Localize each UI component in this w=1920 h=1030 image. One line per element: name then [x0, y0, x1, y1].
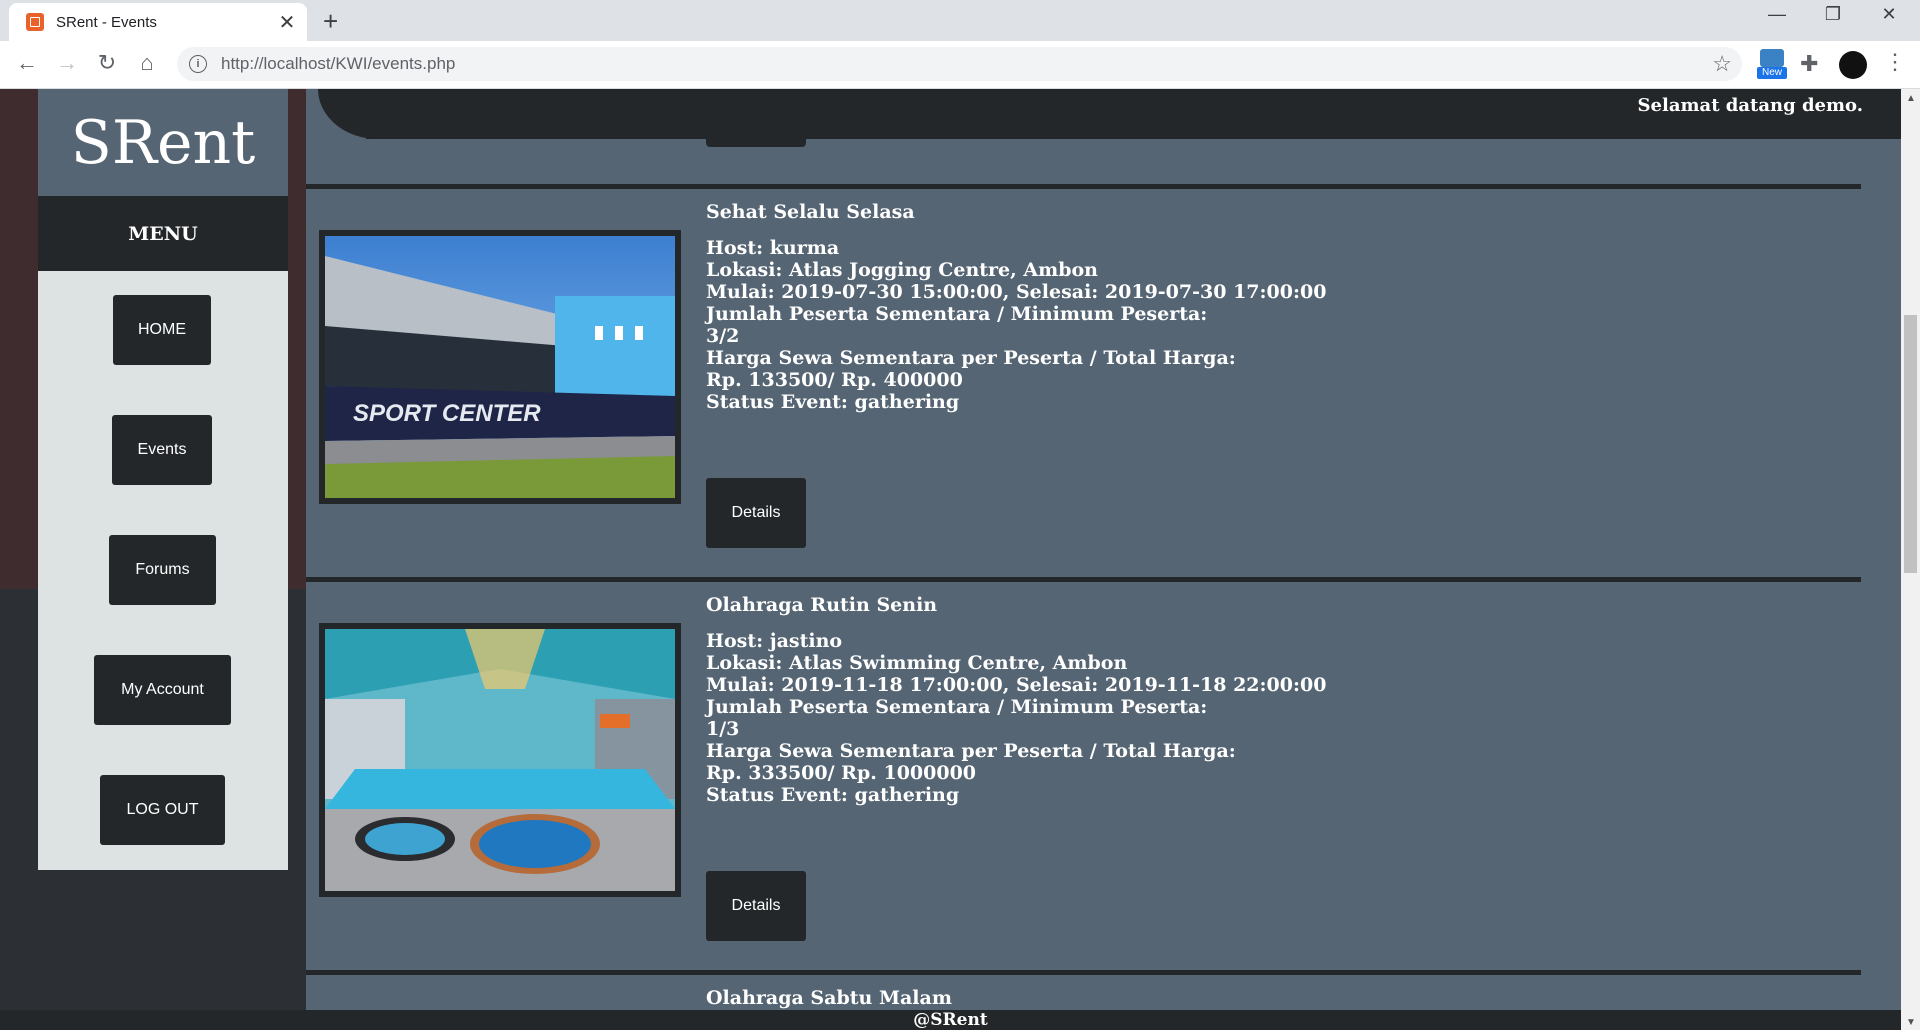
event-title: Olahraga Rutin Senin — [706, 594, 938, 616]
back-arrow-icon[interactable]: ← — [13, 50, 41, 76]
event-image: SPORT CENTER — [319, 230, 681, 504]
nav-home-button[interactable]: HOME — [113, 295, 211, 365]
browser-tab-bar: SRent - Events ✕ + — ❐ ✕ — [0, 0, 1920, 41]
close-window-button[interactable]: ✕ — [1866, 4, 1912, 25]
scroll-up-icon[interactable]: ▲ — [1906, 93, 1916, 104]
page-footer: @SRent — [0, 1010, 1901, 1030]
menu-header: MENU — [38, 196, 288, 271]
new-tab-button[interactable]: + — [323, 6, 338, 37]
page-scrollbar[interactable]: ▲ ▼ — [1901, 89, 1920, 1030]
event-title: Sehat Selalu Selasa — [706, 201, 915, 223]
home-icon[interactable]: ⌂ — [133, 50, 161, 76]
extension-logo-icon — [1760, 49, 1784, 67]
close-tab-icon[interactable]: ✕ — [275, 10, 299, 35]
event-separator — [306, 577, 1861, 582]
event-image — [319, 623, 681, 897]
menu-title: MENU — [128, 222, 198, 245]
event-separator — [306, 970, 1861, 975]
event-host: Host: jastino — [706, 630, 843, 652]
event-status: Status Event: gathering — [706, 784, 960, 806]
restore-window-button[interactable]: ❐ — [1810, 4, 1856, 25]
page-viewport: SRent MENU HOME Events Forums My Account… — [0, 89, 1901, 1030]
event-details-button[interactable]: Details — [706, 478, 806, 548]
event-price-value: Rp. 133500/ Rp. 400000 — [706, 369, 963, 391]
nav-logout-button[interactable]: LOG OUT — [100, 775, 225, 845]
swimming-pool-photo — [325, 629, 675, 891]
browser-toolbar: ← → ↻ ⌂ i http://localhost/KWI/events.ph… — [0, 41, 1920, 89]
event-separator — [306, 184, 1861, 189]
site-logo: SRent — [70, 107, 256, 178]
extension-new-badge: New — [1757, 67, 1787, 79]
tab-title: SRent - Events — [56, 13, 157, 31]
nav-events-button[interactable]: Events — [112, 415, 212, 485]
event-participants-label: Jumlah Peserta Sementara / Minimum Peser… — [706, 303, 1208, 325]
browser-menu-icon[interactable]: ⋮ — [1884, 49, 1906, 75]
event-info: Host: jastino Lokasi: Atlas Swimming Cen… — [706, 630, 1326, 806]
event-price-label: Harga Sewa Sementara per Peserta / Total… — [706, 740, 1236, 762]
forward-arrow-icon[interactable]: → — [53, 50, 81, 76]
main-content: Selamat datang demo. Sehat Selalu Selasa — [306, 89, 1901, 1030]
event-host: Host: kurma — [706, 237, 840, 259]
extensions-puzzle-icon[interactable]: ✚ — [1800, 51, 1818, 77]
event-time: Mulai: 2019-11-18 17:00:00, Selesai: 201… — [706, 674, 1327, 696]
logo-area: SRent — [38, 89, 288, 196]
sport-center-photo: SPORT CENTER — [325, 236, 675, 498]
reload-icon[interactable]: ↻ — [93, 50, 121, 76]
extension-new-icon[interactable]: New — [1757, 49, 1787, 81]
welcome-message: Selamat datang demo. — [1637, 95, 1863, 116]
site-favicon-icon — [26, 13, 44, 31]
event-participants-label: Jumlah Peserta Sementara / Minimum Peser… — [706, 696, 1208, 718]
event-location: Lokasi: Atlas Jogging Centre, Ambon — [706, 259, 1098, 281]
nav-forums-button[interactable]: Forums — [109, 535, 216, 605]
browser-tab[interactable]: SRent - Events ✕ — [9, 3, 307, 41]
bookmark-star-icon[interactable]: ☆ — [1712, 51, 1732, 77]
event-title: Olahraga Sabtu Malam — [706, 987, 952, 1009]
minimize-window-button[interactable]: — — [1754, 4, 1800, 25]
sport-center-sign: SPORT CENTER — [353, 400, 541, 427]
scroll-down-icon[interactable]: ▼ — [1906, 1017, 1916, 1028]
header-curve-decoration — [306, 89, 378, 139]
site-info-icon[interactable]: i — [189, 55, 207, 73]
event-time: Mulai: 2019-07-30 15:00:00, Selesai: 201… — [706, 281, 1327, 303]
nav-my-account-button[interactable]: My Account — [94, 655, 231, 725]
top-header-bar: Selamat datang demo. — [306, 89, 1901, 139]
event-participants-value: 1/3 — [706, 718, 740, 740]
event-status: Status Event: gathering — [706, 391, 960, 413]
event-location: Lokasi: Atlas Swimming Centre, Ambon — [706, 652, 1128, 674]
profile-avatar[interactable] — [1839, 51, 1867, 79]
scrollbar-thumb[interactable] — [1904, 315, 1917, 573]
address-bar[interactable]: i http://localhost/KWI/events.php ☆ — [177, 47, 1742, 81]
url-text[interactable]: http://localhost/KWI/events.php — [221, 54, 1712, 74]
event-participants-value: 3/2 — [706, 325, 740, 347]
event-price-label: Harga Sewa Sementara per Peserta / Total… — [706, 347, 1236, 369]
event-info: Host: kurma Lokasi: Atlas Jogging Centre… — [706, 237, 1326, 413]
event-details-button[interactable]: Details — [706, 871, 806, 941]
sidebar: SRent MENU HOME Events Forums My Account… — [38, 89, 288, 870]
event-price-value: Rp. 333500/ Rp. 1000000 — [706, 762, 977, 784]
previous-details-button[interactable] — [706, 139, 806, 147]
